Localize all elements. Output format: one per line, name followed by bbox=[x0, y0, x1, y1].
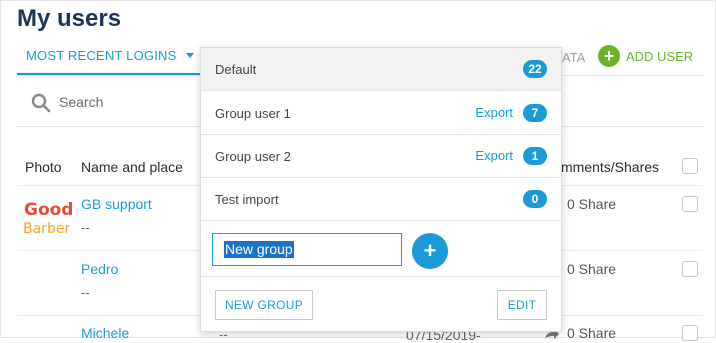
group-label: Default bbox=[215, 62, 257, 77]
user-name-link[interactable]: Pedro bbox=[81, 261, 118, 277]
group-item-default[interactable]: Default 22 bbox=[201, 48, 561, 91]
column-header-name[interactable]: Name and place bbox=[81, 159, 183, 175]
share-count: 0 Share bbox=[567, 196, 617, 212]
user-name-link[interactable]: GB support bbox=[81, 196, 152, 212]
group-item-test-import[interactable]: Test import 0 bbox=[201, 178, 561, 221]
logo-text-line1: Good bbox=[24, 200, 73, 220]
share-count: 0 Share bbox=[567, 325, 617, 341]
avatar: Good Barber bbox=[23, 200, 73, 237]
group-count-badge: 22 bbox=[523, 60, 547, 78]
plus-circle-icon: + bbox=[598, 45, 620, 67]
add-group-button[interactable]: + bbox=[412, 233, 448, 269]
edit-button[interactable]: EDIT bbox=[497, 290, 547, 320]
chevron-down-icon bbox=[186, 53, 195, 58]
user-place: -- bbox=[81, 285, 90, 300]
group-count-badge: 0 bbox=[523, 190, 547, 208]
new-group-button[interactable]: NEW GROUP bbox=[215, 290, 313, 320]
group-count-badge: 1 bbox=[523, 147, 547, 165]
group-label: Group user 1 bbox=[215, 106, 291, 121]
add-user-button[interactable]: + ADD USER bbox=[598, 45, 693, 67]
column-header-comments-shares[interactable]: mments/Shares bbox=[561, 159, 659, 175]
tab-label: MOST RECENT LOGINS bbox=[26, 48, 177, 63]
tab-most-recent-logins[interactable]: MOST RECENT LOGINS bbox=[26, 48, 195, 63]
tab-data[interactable]: ATA bbox=[562, 50, 585, 65]
group-label: Test import bbox=[215, 192, 279, 207]
row-checkbox[interactable] bbox=[682, 325, 698, 341]
row-checkbox[interactable] bbox=[682, 196, 698, 212]
new-group-row: New group bbox=[201, 221, 561, 277]
users-page: My users MOST RECENT LOGINS ATA + ADD US… bbox=[0, 0, 716, 343]
logo-text-line2: Barber bbox=[23, 221, 70, 237]
group-item-group-user-2[interactable]: Group user 2 Export 1 bbox=[201, 135, 561, 178]
export-link[interactable]: Export bbox=[475, 148, 513, 163]
search-icon bbox=[31, 93, 51, 113]
user-name-link[interactable]: Michele bbox=[81, 325, 129, 341]
plus-icon: + bbox=[423, 238, 437, 263]
new-group-input[interactable] bbox=[212, 233, 402, 266]
select-all-checkbox[interactable] bbox=[682, 158, 698, 174]
column-header-photo: Photo bbox=[25, 159, 62, 175]
group-label: Group user 2 bbox=[215, 149, 291, 164]
add-user-label: ADD USER bbox=[626, 48, 694, 64]
export-link[interactable]: Export bbox=[475, 105, 513, 120]
search-input[interactable] bbox=[59, 94, 199, 110]
user-place: -- bbox=[81, 220, 90, 235]
page-title: My users bbox=[17, 5, 122, 32]
group-dropdown-panel: Default 22 Group user 1 Export 7 Group u… bbox=[200, 47, 562, 332]
group-count-badge: 7 bbox=[523, 104, 547, 122]
share-count: 0 Share bbox=[567, 261, 617, 277]
group-item-group-user-1[interactable]: Group user 1 Export 7 bbox=[201, 92, 561, 135]
row-checkbox[interactable] bbox=[682, 261, 698, 277]
